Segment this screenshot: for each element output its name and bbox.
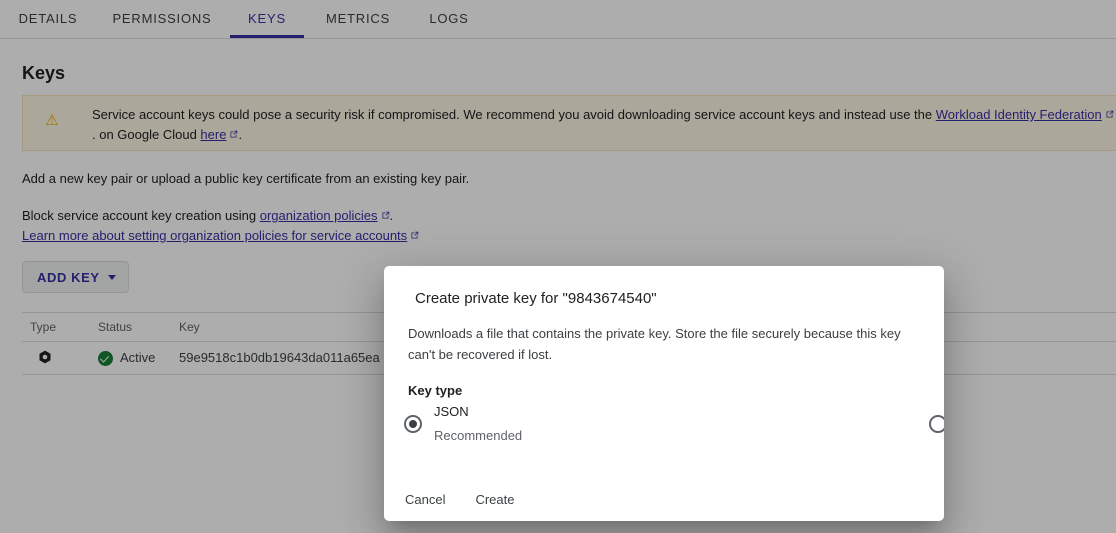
radio-option-p12[interactable]: P12 For backward compatibility with code…: [929, 403, 944, 445]
radio-json-texts: JSON Recommended: [434, 403, 522, 445]
create-button[interactable]: Create: [462, 484, 527, 516]
dialog-title: Create private key for "9843674540": [415, 290, 657, 307]
radio-json-label: JSON: [434, 404, 469, 419]
key-type-label: Key type: [408, 383, 463, 398]
radio-json-sublabel: Recommended: [434, 428, 523, 443]
radio-button-json[interactable]: [404, 415, 422, 433]
dialog-actions: Cancel Create: [384, 479, 944, 521]
radio-option-json[interactable]: JSON Recommended: [404, 403, 522, 445]
cancel-button[interactable]: Cancel: [392, 484, 458, 516]
dialog-description: Downloads a file that contains the priva…: [408, 326, 901, 362]
create-private-key-dialog: Create private key for "9843674540" Down…: [384, 266, 944, 521]
radio-button-p12[interactable]: [929, 415, 944, 433]
